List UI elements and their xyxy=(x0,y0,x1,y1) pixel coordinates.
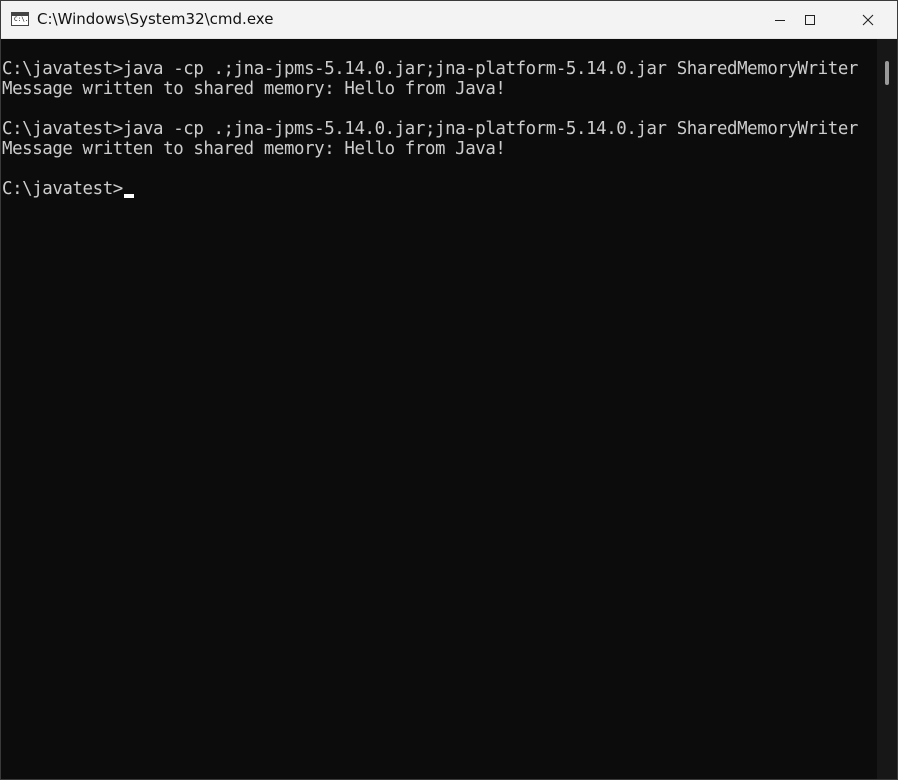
title-bar[interactable]: C:\. C:\Windows\System32\cmd.exe xyxy=(1,1,897,39)
text-cursor xyxy=(123,194,134,198)
close-icon xyxy=(862,14,874,25)
cmd-icon-glyph: C:\. xyxy=(14,16,29,23)
window-title: C:\Windows\System32\cmd.exe xyxy=(37,10,274,28)
cmd-window: C:\. C:\Windows\System32\cmd.exe C:\java… xyxy=(0,0,898,780)
maximize-button[interactable] xyxy=(781,1,839,38)
cmd-icon[interactable]: C:\. xyxy=(11,12,29,26)
vertical-scrollbar[interactable] xyxy=(877,39,897,779)
console-prompt: C:\javatest> xyxy=(2,179,123,199)
console-line: Message written to shared memory: Hello … xyxy=(2,79,506,99)
console-prompt-line[interactable]: C:\javatest> xyxy=(2,179,134,199)
console-line: C:\javatest>java -cp .;jna-jpms-5.14.0.j… xyxy=(2,119,858,139)
console-line: Message written to shared memory: Hello … xyxy=(2,139,506,159)
scrollbar-thumb[interactable] xyxy=(885,61,889,85)
maximize-icon xyxy=(805,14,815,25)
close-button[interactable] xyxy=(839,1,897,38)
console-line: C:\javatest>java -cp .;jna-jpms-5.14.0.j… xyxy=(2,59,858,79)
console-output[interactable]: C:\javatest>java -cp .;jna-jpms-5.14.0.j… xyxy=(1,39,875,779)
